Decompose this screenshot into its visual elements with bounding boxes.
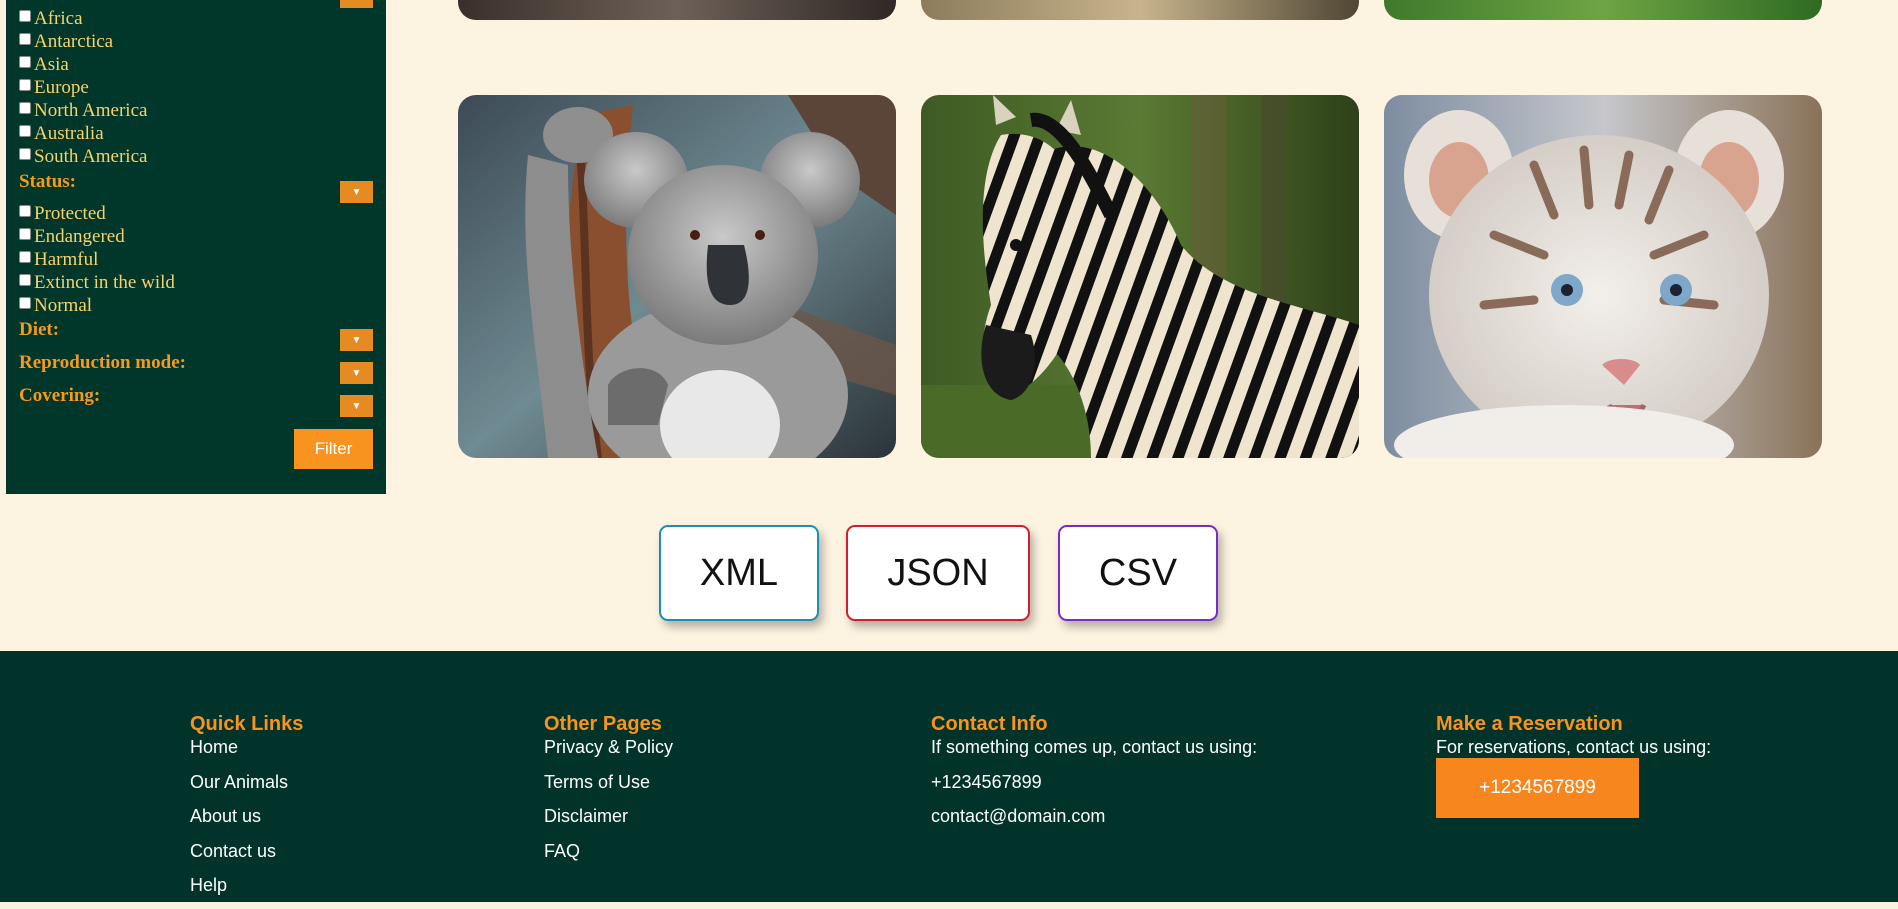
reservation-phone-button[interactable]: +1234567899 <box>1436 758 1639 818</box>
site-footer: Quick Links Home Our Animals About us Co… <box>0 651 1898 902</box>
reservation-column: Make a Reservation For reservations, con… <box>1436 713 1711 818</box>
export-xml-button[interactable]: XML <box>659 525 819 621</box>
footer-link-about-us[interactable]: About us <box>190 805 303 840</box>
footer-link-home[interactable]: Home <box>190 736 303 771</box>
checkbox-south-america[interactable]: South America <box>19 146 147 168</box>
chevron-down-icon: ▼ <box>351 367 362 379</box>
contact-info-heading: Contact Info <box>931 713 1048 735</box>
quick-links-column: Quick Links Home Our Animals About us Co… <box>190 713 303 909</box>
checkbox-box[interactable] <box>19 56 31 68</box>
filter-sidebar: Africa Antarctica Asia Europe North Amer… <box>6 0 386 494</box>
checkbox-box[interactable] <box>19 79 31 91</box>
footer-link-our-animals[interactable]: Our Animals <box>190 771 303 806</box>
reservation-intro-text: For reservations, contact us using: <box>1436 737 1712 757</box>
footer-link-faq[interactable]: FAQ <box>544 840 673 875</box>
koala-photo[interactable] <box>458 95 896 458</box>
checkbox-box[interactable] <box>19 205 31 217</box>
chevron-down-icon: ▼ <box>351 400 362 412</box>
contact-info-column: Contact Info If something comes up, cont… <box>931 713 1257 840</box>
footer-link-disclaimer[interactable]: Disclaimer <box>544 805 673 840</box>
white-tiger-cub-photo[interactable] <box>1384 95 1822 458</box>
status-dropdown-button[interactable]: ▼ <box>340 181 373 203</box>
other-pages-column: Other Pages Privacy & Policy Terms of Us… <box>544 713 673 874</box>
checkbox-harmful[interactable]: Harmful <box>19 249 98 271</box>
checkbox-box[interactable] <box>19 251 31 263</box>
chevron-down-icon: ▼ <box>351 186 362 198</box>
checkbox-asia[interactable]: Asia <box>19 54 69 76</box>
contact-phone[interactable]: +1234567899 <box>931 771 1257 806</box>
reproduction-mode-label: Reproduction mode: <box>19 352 186 373</box>
animal-photo-partial[interactable] <box>921 0 1359 20</box>
continent-dropdown-button[interactable]: ▼ <box>340 0 373 8</box>
checkbox-box[interactable] <box>19 274 31 286</box>
checkbox-box[interactable] <box>19 125 31 137</box>
checkbox-box[interactable] <box>19 33 31 45</box>
contact-intro-text: If something comes up, contact us using: <box>931 737 1258 757</box>
footer-link-privacy-policy[interactable]: Privacy & Policy <box>544 736 673 771</box>
other-pages-heading: Other Pages <box>544 713 662 735</box>
animal-photo-partial[interactable] <box>458 0 896 20</box>
diet-label: Diet: <box>19 319 60 340</box>
checkbox-protected[interactable]: Protected <box>19 203 106 225</box>
animal-photo-partial[interactable] <box>1384 0 1822 20</box>
diet-dropdown-button[interactable]: ▼ <box>340 329 373 351</box>
footer-link-terms-of-use[interactable]: Terms of Use <box>544 771 673 806</box>
footer-link-contact-us[interactable]: Contact us <box>190 840 303 875</box>
status-label: Status: <box>19 171 77 192</box>
chevron-down-icon: ▼ <box>351 334 362 346</box>
covering-label: Covering: <box>19 385 101 406</box>
checkbox-normal[interactable]: Normal <box>19 295 92 317</box>
checkbox-box[interactable] <box>19 102 31 114</box>
checkbox-box[interactable] <box>19 228 31 240</box>
reproduction-dropdown-button[interactable]: ▼ <box>340 362 373 384</box>
checkbox-north-america[interactable]: North America <box>19 100 147 122</box>
checkbox-africa[interactable]: Africa <box>19 8 83 30</box>
export-csv-button[interactable]: CSV <box>1058 525 1218 621</box>
checkbox-extinct-in-the-wild[interactable]: Extinct in the wild <box>19 272 175 294</box>
checkbox-box[interactable] <box>19 10 31 22</box>
checkbox-box[interactable] <box>19 297 31 309</box>
reservation-heading: Make a Reservation <box>1436 713 1623 735</box>
zebra-photo[interactable] <box>921 95 1359 458</box>
quick-links-heading: Quick Links <box>190 713 304 735</box>
checkbox-endangered[interactable]: Endangered <box>19 226 125 248</box>
covering-dropdown-button[interactable]: ▼ <box>340 395 373 417</box>
checkbox-australia[interactable]: Australia <box>19 123 104 145</box>
checkbox-antarctica[interactable]: Antarctica <box>19 31 113 53</box>
export-json-button[interactable]: JSON <box>846 525 1030 621</box>
checkbox-box[interactable] <box>19 148 31 160</box>
contact-email[interactable]: contact@domain.com <box>931 805 1257 840</box>
filter-button[interactable]: Filter <box>294 429 373 469</box>
footer-link-help[interactable]: Help <box>190 874 303 909</box>
checkbox-europe[interactable]: Europe <box>19 77 89 99</box>
